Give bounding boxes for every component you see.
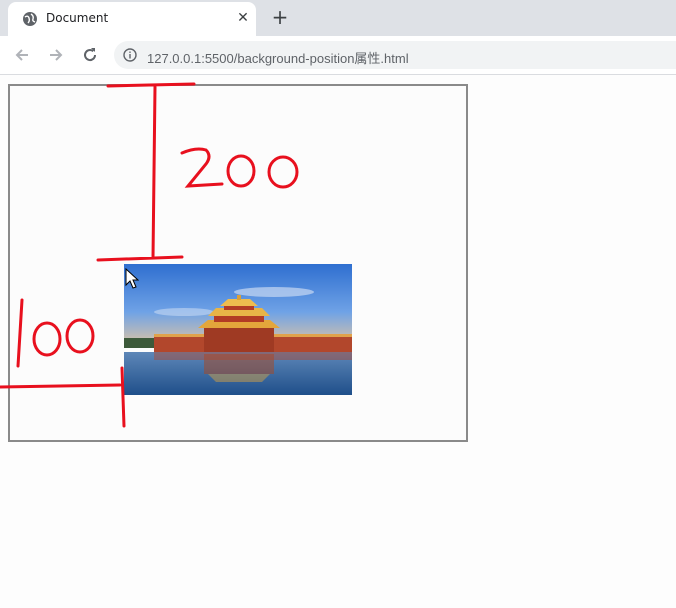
- url-text[interactable]: 127.0.0.1:5500/background-position属性.htm…: [147, 48, 409, 67]
- browser-toolbar: 127.0.0.1:5500/background-position属性.htm…: [0, 36, 676, 75]
- info-icon[interactable]: [123, 48, 137, 62]
- tab-title: Document: [46, 11, 109, 25]
- page-viewport: [0, 75, 676, 608]
- reload-icon[interactable]: [80, 45, 100, 65]
- mouse-cursor-icon: [125, 268, 139, 289]
- tab-document[interactable]: Document ✕: [8, 2, 256, 36]
- new-tab-button[interactable]: +: [270, 6, 290, 28]
- address-bar[interactable]: 127.0.0.1:5500/background-position属性.htm…: [114, 41, 676, 69]
- bordered-demo-box: [8, 84, 468, 442]
- forbidden-city-corner-tower-photo: [124, 264, 352, 395]
- arrow-right-icon[interactable]: [46, 45, 66, 65]
- arrow-left-icon[interactable]: [12, 45, 32, 65]
- globe-icon: [23, 12, 37, 26]
- browser-tabstrip: Document ✕ +: [0, 0, 676, 36]
- close-icon[interactable]: ✕: [234, 9, 252, 27]
